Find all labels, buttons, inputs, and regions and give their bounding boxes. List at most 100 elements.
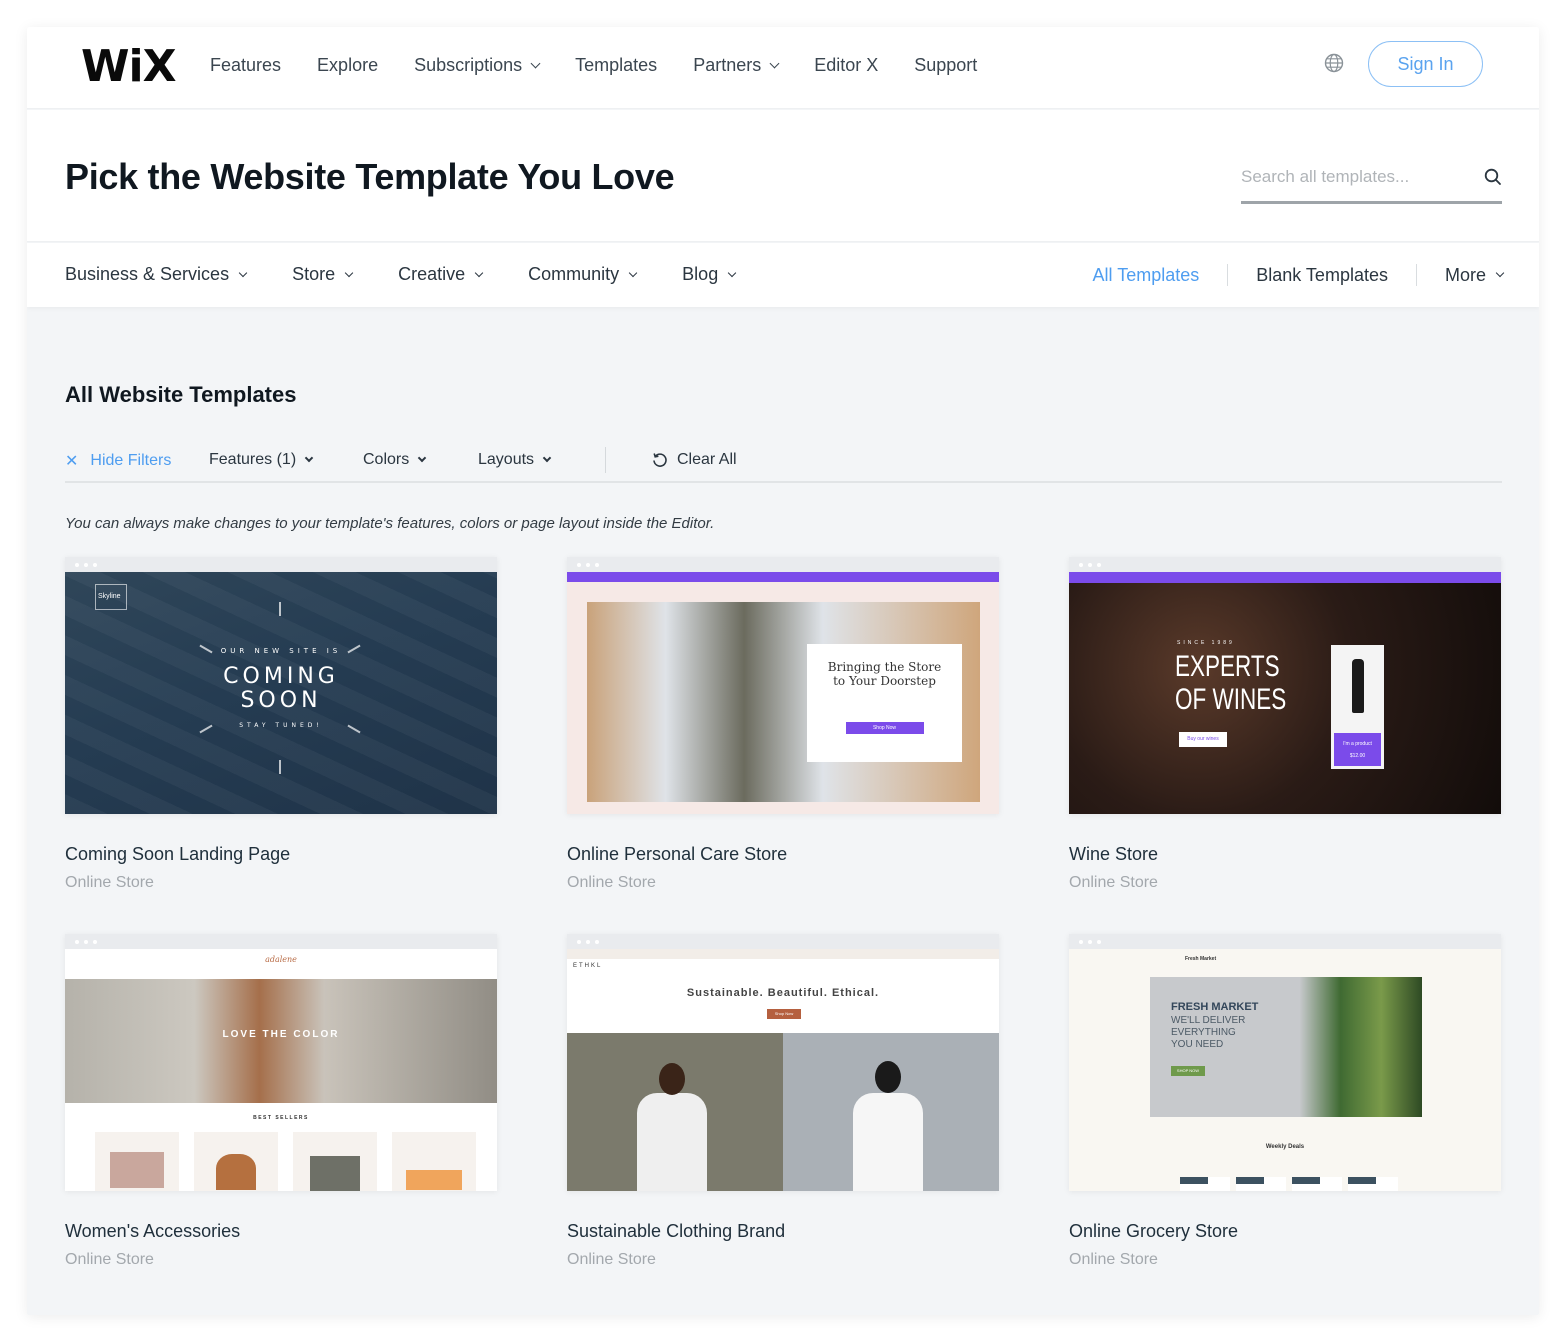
nav-item-subscriptions[interactable]: Subscriptions [414, 55, 541, 76]
blank-templates-link[interactable]: Blank Templates [1256, 265, 1388, 286]
template-card[interactable]: adalene LOVE THE COLOR BEST SELLERS Wome… [65, 934, 497, 1269]
chevron-down-icon [417, 453, 427, 463]
template-title[interactable]: Sustainable Clothing Brand [567, 1221, 999, 1242]
nav-label: Subscriptions [414, 55, 523, 75]
preview-headline: YOU NEED [1171, 1039, 1224, 1050]
template-title[interactable]: Online Personal Care Store [567, 844, 999, 865]
divider [1415, 264, 1417, 286]
template-card[interactable]: Skyline OUR NEW SITE IS COMING SOON STAY… [65, 557, 497, 892]
template-title[interactable]: Coming Soon Landing Page [65, 844, 497, 865]
template-thumbnail[interactable]: adalene LOVE THE COLOR BEST SELLERS [65, 934, 497, 1191]
browser-chrome [1069, 557, 1501, 572]
template-preview: SINCE 1989 EXPERTS OF WINES Buy our wine… [1069, 572, 1501, 814]
search-input[interactable] [1241, 162, 1461, 192]
template-title[interactable]: Women's Accessories [65, 1221, 497, 1242]
chevron-down-icon [769, 58, 780, 69]
category-community[interactable]: Community [528, 264, 638, 285]
template-thumbnail[interactable]: SINCE 1989 EXPERTS OF WINES Buy our wine… [1069, 557, 1501, 814]
more-label: More [1444, 264, 1486, 285]
preview-logo: Fresh Market [1185, 956, 1217, 962]
preview-headline: SOON [240, 688, 322, 713]
template-category: Online Store [65, 874, 154, 891]
preview-kicker: SINCE 1989 [1177, 640, 1235, 646]
preview-logo: adalene [265, 955, 297, 964]
preview-headline: to Your Doorstep [833, 674, 936, 688]
category-label: Blog [682, 264, 719, 284]
preview-button: Buy our wines [1179, 732, 1227, 747]
chevron-down-icon [530, 58, 541, 69]
main-menu: Features Explore Subscriptions Templates… [210, 55, 1013, 76]
chevron-down-icon [542, 453, 552, 463]
layouts-filter[interactable]: Layouts [478, 451, 552, 469]
all-templates-link[interactable]: All Templates [1093, 265, 1200, 286]
template-title[interactable]: Online Grocery Store [1069, 1221, 1501, 1242]
template-card[interactable]: Bringing the Store to Your Doorstep Shop… [567, 557, 999, 892]
preview-button: Shop Now [845, 722, 924, 734]
category-blog[interactable]: Blog [682, 264, 737, 285]
preview-product-label: I'm a product [1343, 741, 1372, 747]
editor-note: You can always make changes to your temp… [65, 515, 715, 532]
browser-chrome [65, 557, 497, 572]
divider [605, 447, 606, 473]
preview-headline: WE'LL DELIVER [1171, 1015, 1246, 1026]
colors-filter[interactable]: Colors [363, 451, 427, 469]
template-card[interactable]: Fresh Market FRESH MARKET WE'LL DELIVER … [1069, 934, 1501, 1269]
features-filter[interactable]: Features (1) [209, 451, 314, 469]
chevron-down-icon [628, 268, 638, 277]
template-card[interactable]: ETHKL Sustainable. Beautiful. Ethical. S… [567, 934, 999, 1269]
search-field [1241, 162, 1502, 204]
preview-hero-text: LOVE THE COLOR [222, 1029, 340, 1040]
nav-item-features[interactable]: Features [210, 55, 281, 76]
nav-item-templates[interactable]: Templates [575, 55, 657, 76]
template-thumbnail[interactable]: ETHKL Sustainable. Beautiful. Ethical. S… [567, 934, 999, 1191]
clear-all-button[interactable]: Clear All [651, 451, 737, 469]
preview-logo: Skyline [95, 584, 127, 610]
nav-label: Explore [317, 55, 379, 75]
category-label: Community [528, 264, 620, 284]
clear-all-label: Clear All [677, 451, 737, 468]
section-title: All Website Templates [65, 382, 297, 407]
category-label: Store [292, 264, 336, 284]
chevron-down-icon [1495, 268, 1505, 278]
chevron-down-icon [474, 268, 484, 277]
preview-section-title: Weekly Deals [1265, 1144, 1305, 1150]
template-type-menu: All Templates Blank Templates More [1093, 264, 1505, 286]
browser-chrome [65, 934, 497, 949]
nav-label: Support [914, 55, 978, 75]
nav-item-support[interactable]: Support [914, 55, 977, 76]
layouts-filter-label: Layouts [478, 451, 535, 468]
nav-label: Templates [575, 55, 658, 75]
category-creative[interactable]: Creative [398, 264, 484, 285]
preview-headline: EVERYTHING [1171, 1027, 1236, 1038]
template-category: Online Store [567, 874, 656, 891]
template-card[interactable]: SINCE 1989 EXPERTS OF WINES Buy our wine… [1069, 557, 1501, 892]
sign-in-button[interactable]: Sign In [1368, 41, 1483, 87]
category-menu: Business & Services Store Creative Commu… [65, 264, 781, 285]
wix-logo[interactable]: WiX [81, 41, 177, 92]
template-thumbnail[interactable]: Bringing the Store to Your Doorstep Shop… [567, 557, 999, 814]
template-category: Online Store [1069, 1251, 1158, 1268]
preview-price: $12.00 [1349, 753, 1366, 759]
category-store[interactable]: Store [292, 264, 354, 285]
nav-item-explore[interactable]: Explore [317, 55, 378, 76]
more-menu[interactable]: More [1444, 264, 1505, 286]
preview-button: SHOP NOW [1171, 1066, 1205, 1076]
template-title[interactable]: Wine Store [1069, 844, 1501, 865]
page-title: Pick the Website Template You Love [65, 156, 675, 197]
globe-icon[interactable] [1324, 53, 1344, 73]
category-business-services[interactable]: Business & Services [65, 264, 248, 285]
nav-label: Partners [693, 55, 762, 75]
template-preview: ETHKL Sustainable. Beautiful. Ethical. S… [567, 949, 999, 1191]
browser-chrome [567, 557, 999, 572]
template-thumbnail[interactable]: Fresh Market FRESH MARKET WE'LL DELIVER … [1069, 934, 1501, 1191]
hide-filters-button[interactable]: ✕ Hide Filters [65, 451, 171, 471]
template-thumbnail[interactable]: Skyline OUR NEW SITE IS COMING SOON STAY… [65, 557, 497, 814]
category-label: Business & Services [65, 264, 230, 284]
nav-item-partners[interactable]: Partners [693, 55, 780, 76]
preview-headline: COMING [223, 664, 339, 689]
template-preview: Skyline OUR NEW SITE IS COMING SOON STAY… [65, 572, 497, 814]
reset-icon [653, 453, 667, 467]
search-icon[interactable] [1484, 168, 1502, 186]
template-preview: adalene LOVE THE COLOR BEST SELLERS [65, 949, 497, 1191]
nav-item-editor-x[interactable]: Editor X [814, 55, 878, 76]
